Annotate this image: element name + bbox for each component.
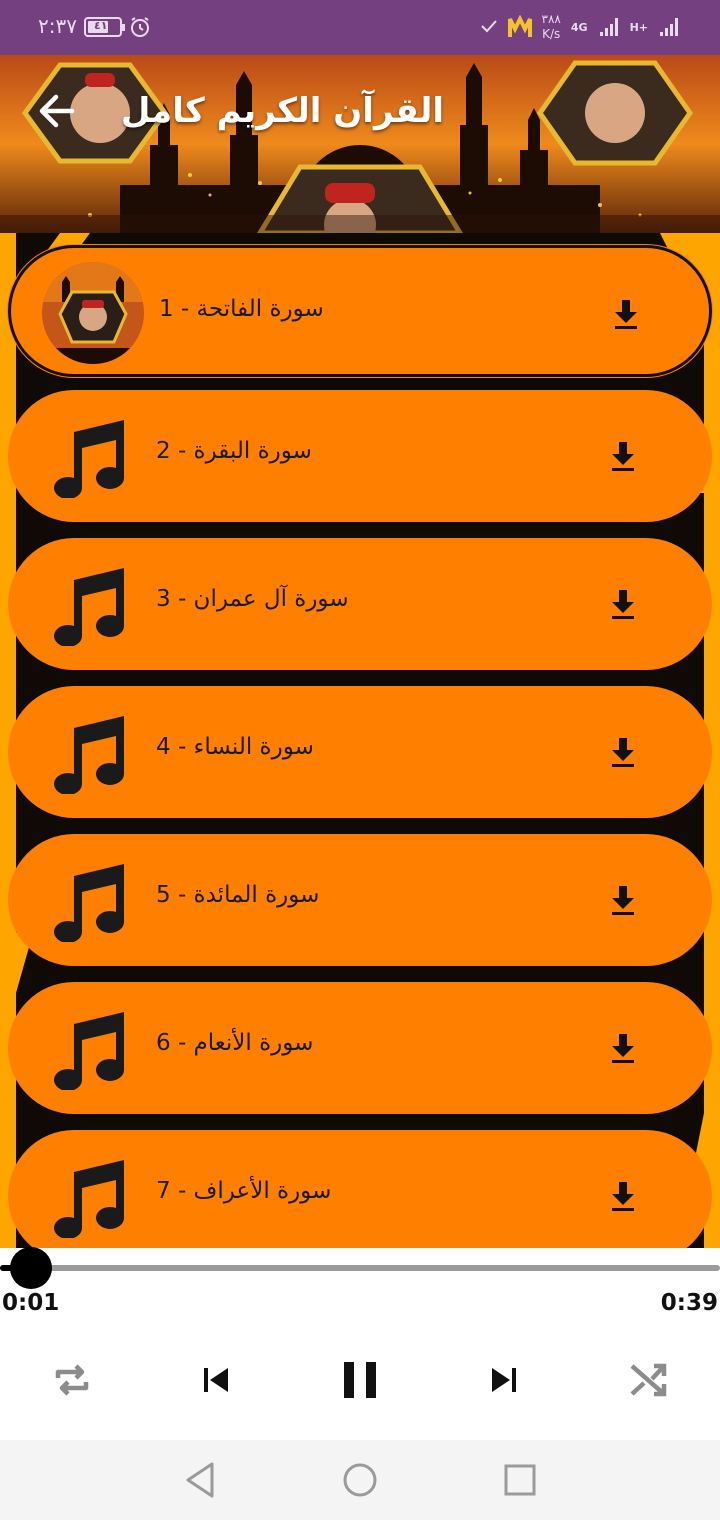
track-title: سورة الأعراف - 7 [156, 1178, 332, 1204]
track-item-1[interactable]: سورة الفاتحة - 1 [8, 245, 712, 377]
network-type-1: 4G [570, 20, 588, 34]
signal-icon-2 [660, 18, 678, 36]
track-title: سورة الفاتحة - 1 [159, 296, 324, 322]
shuffle-icon[interactable] [624, 1356, 672, 1404]
speed-value: ٣٨٨ [541, 12, 561, 26]
audio-player: 0:01 0:39 [0, 1247, 720, 1440]
music-note-icon [54, 568, 124, 646]
download-icon[interactable] [608, 1032, 638, 1064]
total-time: 0:39 [660, 1290, 718, 1316]
status-time: ٢:٣٧ [38, 14, 77, 38]
track-title: سورة المائدة - 5 [156, 882, 320, 908]
nav-recents-icon[interactable] [498, 1458, 542, 1502]
track-item-5[interactable]: سورة المائدة - 5 [8, 834, 712, 966]
current-time: 0:01 [2, 1290, 60, 1316]
network-speed: ٣٨٨ K/s [542, 12, 561, 42]
track-item-3[interactable]: سورة آل عمران - 3 [8, 538, 712, 670]
seek-bar[interactable] [0, 1265, 720, 1271]
battery-level: ٤١ [94, 19, 108, 32]
track-title: سورة الأنعام - 6 [156, 1030, 314, 1056]
track-thumbnail [42, 262, 144, 364]
pause-icon[interactable] [336, 1356, 384, 1404]
back-arrow-icon[interactable] [34, 89, 78, 133]
music-note-icon [54, 716, 124, 794]
status-right: ٣٨٨ K/s 4G H+ [480, 10, 680, 44]
track-title: سورة البقرة - 2 [156, 438, 312, 464]
seek-thumb[interactable] [9, 1247, 52, 1289]
music-note-icon [54, 864, 124, 942]
track-title: سورة النساء - 4 [156, 734, 314, 760]
music-note-icon [54, 1160, 124, 1238]
network-type-2: H+ [629, 20, 648, 34]
app-header: القرآن الكريم كامل [0, 55, 720, 233]
page-title: القرآن الكريم كامل [120, 91, 444, 131]
header-banner-image [0, 55, 720, 233]
track-title: سورة آل عمران - 3 [156, 586, 349, 612]
download-icon[interactable] [608, 588, 638, 620]
track-item-7[interactable]: سورة الأعراف - 7 [8, 1130, 712, 1248]
skip-previous-icon[interactable] [192, 1356, 240, 1404]
track-item-4[interactable]: سورة النساء - 4 [8, 686, 712, 818]
track-list[interactable]: سورة الفاتحة - 1 سورة البقرة - 2 سورة آل… [0, 233, 720, 1248]
download-icon[interactable] [608, 736, 638, 768]
system-nav-bar [0, 1440, 720, 1520]
download-icon[interactable] [611, 298, 641, 330]
check-icon [480, 20, 497, 33]
download-icon[interactable] [608, 440, 638, 472]
track-item-6[interactable]: سورة الأنعام - 6 [8, 982, 712, 1114]
music-note-icon [54, 1012, 124, 1090]
status-bar: ٢:٣٧ ٤١ ٣٨٨ K/s 4G H+ [0, 0, 720, 55]
nav-home-icon[interactable] [338, 1458, 382, 1502]
repeat-icon[interactable] [48, 1356, 96, 1404]
download-icon[interactable] [608, 1180, 638, 1212]
skip-next-icon[interactable] [480, 1356, 528, 1404]
nav-back-icon[interactable] [178, 1458, 222, 1502]
battery-icon: ٤١ [84, 17, 125, 37]
alarm-icon [131, 17, 149, 37]
speed-unit: K/s [542, 27, 561, 41]
track-item-2[interactable]: سورة البقرة - 2 [8, 390, 712, 522]
app-m-icon [507, 15, 532, 37]
signal-icon [599, 18, 618, 36]
music-note-icon [54, 420, 124, 498]
download-icon[interactable] [608, 884, 638, 916]
